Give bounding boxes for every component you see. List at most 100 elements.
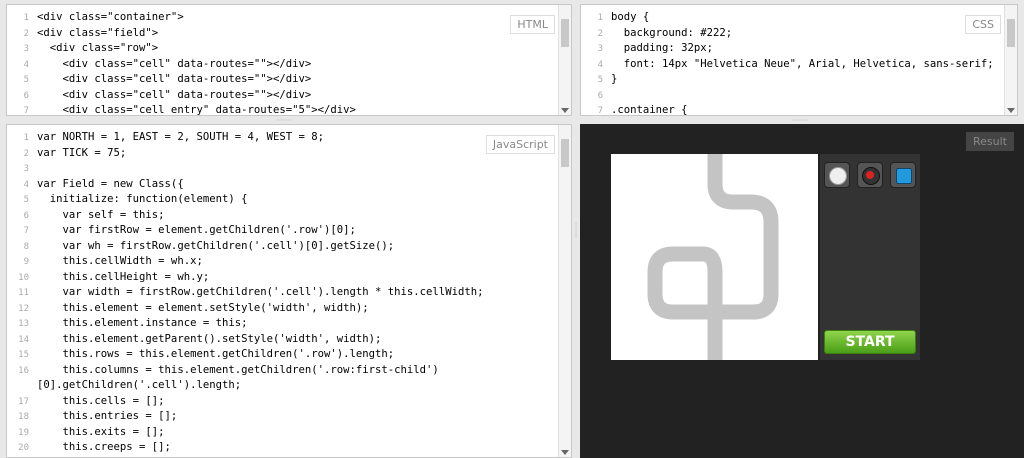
- code-line[interactable]: 16 this.columns = this.element.getChildr…: [7, 363, 557, 379]
- code-line[interactable]: 20 this.creeps = [];: [7, 440, 557, 456]
- js-scroll-thumb[interactable]: [561, 139, 569, 167]
- code-line[interactable]: 1 <div class="container">: [7, 10, 557, 26]
- knob-icon[interactable]: [824, 162, 850, 188]
- line-number: 16: [18, 365, 29, 376]
- game-field[interactable]: [611, 154, 818, 360]
- line-number: 2: [597, 28, 603, 39]
- code-line[interactable]: 13 this.element.instance = this;: [7, 316, 557, 332]
- code-text: this.exits = [];: [37, 425, 165, 438]
- code-line[interactable]: 11 var width = firstRow.getChildren('.ce…: [7, 285, 557, 301]
- code-line[interactable]: 6 <div class="cell" data-routes=""></div…: [7, 88, 557, 104]
- code-line[interactable]: 5 <div class="cell" data-routes=""></div…: [7, 72, 557, 88]
- line-number: 5: [23, 195, 29, 205]
- line-number: 4: [23, 59, 29, 70]
- code-line[interactable]: [0].getChildren('.cell').length;: [7, 378, 557, 394]
- line-number: 3: [23, 164, 29, 174]
- line-number: 3: [597, 44, 603, 54]
- code-line[interactable]: 18 this.entries = [];: [7, 409, 557, 425]
- css-pane-label: CSS: [965, 15, 1001, 34]
- tool-panel: START: [820, 154, 920, 360]
- code-text: <div class="cell" data-routes=""></div>: [37, 73, 312, 85]
- code-line[interactable]: 14 this.element.getParent().setStyle('wi…: [7, 332, 557, 348]
- code-line[interactable]: 3 padding: 32px;: [581, 41, 1003, 57]
- start-button[interactable]: START: [824, 330, 916, 354]
- code-text: this.columns = this.element.getChildren(…: [37, 363, 439, 376]
- line-number: 10: [18, 272, 29, 283]
- blue-square-icon[interactable]: [890, 162, 916, 188]
- css-editor-pane[interactable]: 1 body {2 background: #222; 3 padding: 32p…: [580, 4, 1018, 116]
- line-number: 19: [18, 427, 29, 438]
- code-line[interactable]: 1 var NORTH = 1, EAST = 2, SOUTH = 4, WES…: [7, 130, 557, 146]
- line-number: 12: [18, 303, 29, 314]
- line-number: 15: [18, 350, 29, 360]
- code-line[interactable]: 6: [581, 88, 1003, 104]
- line-number: 4: [23, 179, 29, 190]
- code-line[interactable]: 4 <div class="cell" data-routes=""></div…: [7, 57, 557, 73]
- code-line[interactable]: 5 initialize: function(element) {: [7, 192, 557, 208]
- js-editor-pane[interactable]: 1 var NORTH = 1, EAST = 2, SOUTH = 4, WES…: [6, 124, 572, 458]
- code-line[interactable]: 1 body {: [581, 10, 1003, 26]
- code-text: this.cellWidth = wh.x;: [37, 255, 203, 267]
- code-line[interactable]: 6 var self = this;: [7, 208, 557, 224]
- vertical-resize-handle[interactable]: [575, 222, 577, 238]
- line-number: 17: [18, 396, 29, 407]
- code-line[interactable]: 12 this.element = element.setStyle('widt…: [7, 301, 557, 317]
- line-number: 7: [23, 226, 29, 236]
- code-text: <div class="row">: [37, 42, 159, 54]
- code-line[interactable]: 3 <div class="row">: [7, 41, 557, 57]
- scroll-down-icon[interactable]: [561, 108, 569, 113]
- code-line[interactable]: 8 var wh = firstRow.getChildren('.cell')…: [7, 239, 557, 255]
- scroll-down-icon[interactable]: [1007, 108, 1015, 113]
- line-number: 7: [597, 106, 603, 116]
- line-number: 7: [23, 106, 29, 116]
- scroll-down-icon[interactable]: [561, 450, 569, 455]
- code-text: this.entries = [];: [37, 410, 178, 422]
- code-line[interactable]: 5}: [581, 72, 1003, 88]
- code-line[interactable]: 7 <div class="cell entry" data-routes="5…: [7, 103, 557, 116]
- html-scrollbar[interactable]: [558, 5, 571, 115]
- html-scroll-thumb[interactable]: [561, 19, 569, 47]
- code-text: padding: 32px;: [611, 42, 714, 54]
- code-text: var TICK = 75;: [37, 146, 127, 159]
- code-line[interactable]: 9 this.cellWidth = wh.x;: [7, 254, 557, 270]
- line-number: 2: [23, 148, 29, 159]
- js-code[interactable]: 1 var NORTH = 1, EAST = 2, SOUTH = 4, WES…: [7, 130, 557, 457]
- code-text: <div class="cell entry" data-routes="5">…: [37, 104, 356, 116]
- code-line[interactable]: 10 this.cellHeight = wh.y;: [7, 270, 557, 286]
- code-line[interactable]: 7 var firstRow = element.getChildren('.r…: [7, 223, 557, 239]
- code-line[interactable]: 19 this.exits = [];: [7, 425, 557, 441]
- line-number: 2: [23, 28, 29, 39]
- horizontal-resize-handle-right[interactable]: [792, 119, 808, 121]
- js-pane-label: JavaScript: [485, 135, 555, 154]
- js-scrollbar[interactable]: [558, 125, 571, 457]
- code-line[interactable]: 4 var Field = new Class({: [7, 177, 557, 193]
- code-line[interactable]: 2 <div class="field">: [7, 26, 557, 42]
- code-line[interactable]: 2 background: #222;: [581, 26, 1003, 42]
- red-button-icon[interactable]: [857, 162, 883, 188]
- code-line[interactable]: 2 var TICK = 75;: [7, 146, 557, 162]
- code-text: this.rows = this.element.getChildren('.r…: [37, 348, 395, 360]
- css-scroll-thumb[interactable]: [1007, 19, 1015, 47]
- line-number: 14: [18, 334, 29, 345]
- line-number: 6: [23, 210, 29, 221]
- line-number: 11: [18, 288, 29, 298]
- line-number: 6: [597, 90, 603, 101]
- code-line[interactable]: 7 .container {: [581, 103, 1003, 116]
- code-text: background: #222;: [611, 26, 733, 39]
- code-text: this.cellHeight = wh.y;: [37, 270, 210, 283]
- code-text: initialize: function(element) {: [37, 193, 248, 205]
- html-editor-pane[interactable]: 1 <div class="container"> 2 <div class="fie…: [6, 4, 572, 116]
- code-line[interactable]: 3: [7, 161, 557, 177]
- code-line[interactable]: 4 font: 14px "Helvetica Neue", Arial, He…: [581, 57, 1003, 73]
- code-text: this.element = element.setStyle('width',…: [37, 301, 369, 314]
- code-line[interactable]: 15 this.rows = this.element.getChildren(…: [7, 347, 557, 363]
- line-number: 5: [597, 75, 603, 85]
- code-text: body {: [611, 11, 650, 23]
- line-number: 13: [18, 319, 29, 329]
- line-number: 1: [23, 133, 29, 143]
- html-code[interactable]: 1 <div class="container"> 2 <div class="fie…: [7, 10, 557, 115]
- css-code[interactable]: 1 body {2 background: #222; 3 padding: 32p…: [581, 10, 1003, 115]
- code-line[interactable]: 17 this.cells = [];: [7, 394, 557, 410]
- css-scrollbar[interactable]: [1004, 5, 1017, 115]
- horizontal-resize-handle-left[interactable]: [276, 119, 292, 121]
